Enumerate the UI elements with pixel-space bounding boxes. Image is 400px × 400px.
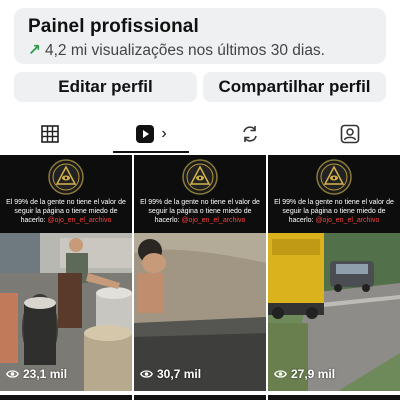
share-profile-button[interactable]: Compartilhar perfil [203, 72, 386, 102]
reels-icon [136, 125, 155, 143]
reel-view-count: 23,1 mil [6, 367, 67, 381]
grid-icon [41, 125, 59, 143]
reel-caption: El 99% de la gente no tiene el valor de … [6, 199, 126, 224]
reel-thumbnail-next-row[interactable] [134, 395, 266, 400]
reel-view-count: 30,7 mil [140, 367, 201, 381]
reel-thumbnail-next-row[interactable] [268, 395, 400, 400]
reel-view-count: 27,9 mil [274, 367, 335, 381]
active-tab-indicator [113, 151, 189, 153]
reel-caption: El 99% de la gente no tiene el valor de … [140, 199, 260, 224]
dashboard-subtitle: ↗ 4,2 mi visualizações nos últimos 30 dia… [28, 41, 372, 60]
tab-reels[interactable]: › [113, 114, 189, 154]
professional-dashboard-card[interactable]: Painel profissional ↗ 4,2 mi visualizaçõe… [14, 8, 386, 64]
dashboard-title: Painel profissional [28, 16, 199, 37]
repost-icon [243, 126, 257, 142]
dashboard-views-text: 4,2 mi visualizações nos últimos 30 dias… [45, 42, 325, 59]
tab-tagged[interactable] [300, 114, 400, 154]
reel-caption: El 99% de la gente no tiene el valor de … [274, 199, 394, 224]
reel-thumbnail[interactable]: El 99% de la gente no tiene el valor de … [268, 155, 400, 391]
tab-reposts[interactable] [200, 114, 300, 154]
reels-grid: El 99% de la gente no tiene el valor de … [0, 155, 400, 400]
eye-icon [274, 370, 287, 378]
eye-icon [6, 370, 19, 378]
eye-triangle-logo-icon [182, 159, 218, 195]
edit-profile-button[interactable]: Editar perfil [14, 72, 197, 102]
profile-content-tabs: › [0, 114, 400, 154]
trend-up-arrow-icon: ↗ [28, 42, 41, 59]
eye-icon [140, 370, 153, 378]
reel-thumbnail[interactable]: El 99% de la gente no tiene el valor de … [0, 155, 132, 391]
tab-posts-grid[interactable] [0, 114, 100, 154]
eye-triangle-logo-icon [48, 159, 84, 195]
chevron-right-icon: › [161, 125, 167, 142]
tagged-person-icon [340, 124, 360, 144]
eye-triangle-logo-icon [316, 159, 352, 195]
reel-thumbnail[interactable]: El 99% de la gente no tiene el valor de … [134, 155, 266, 391]
reel-thumbnail-next-row[interactable] [0, 395, 132, 400]
